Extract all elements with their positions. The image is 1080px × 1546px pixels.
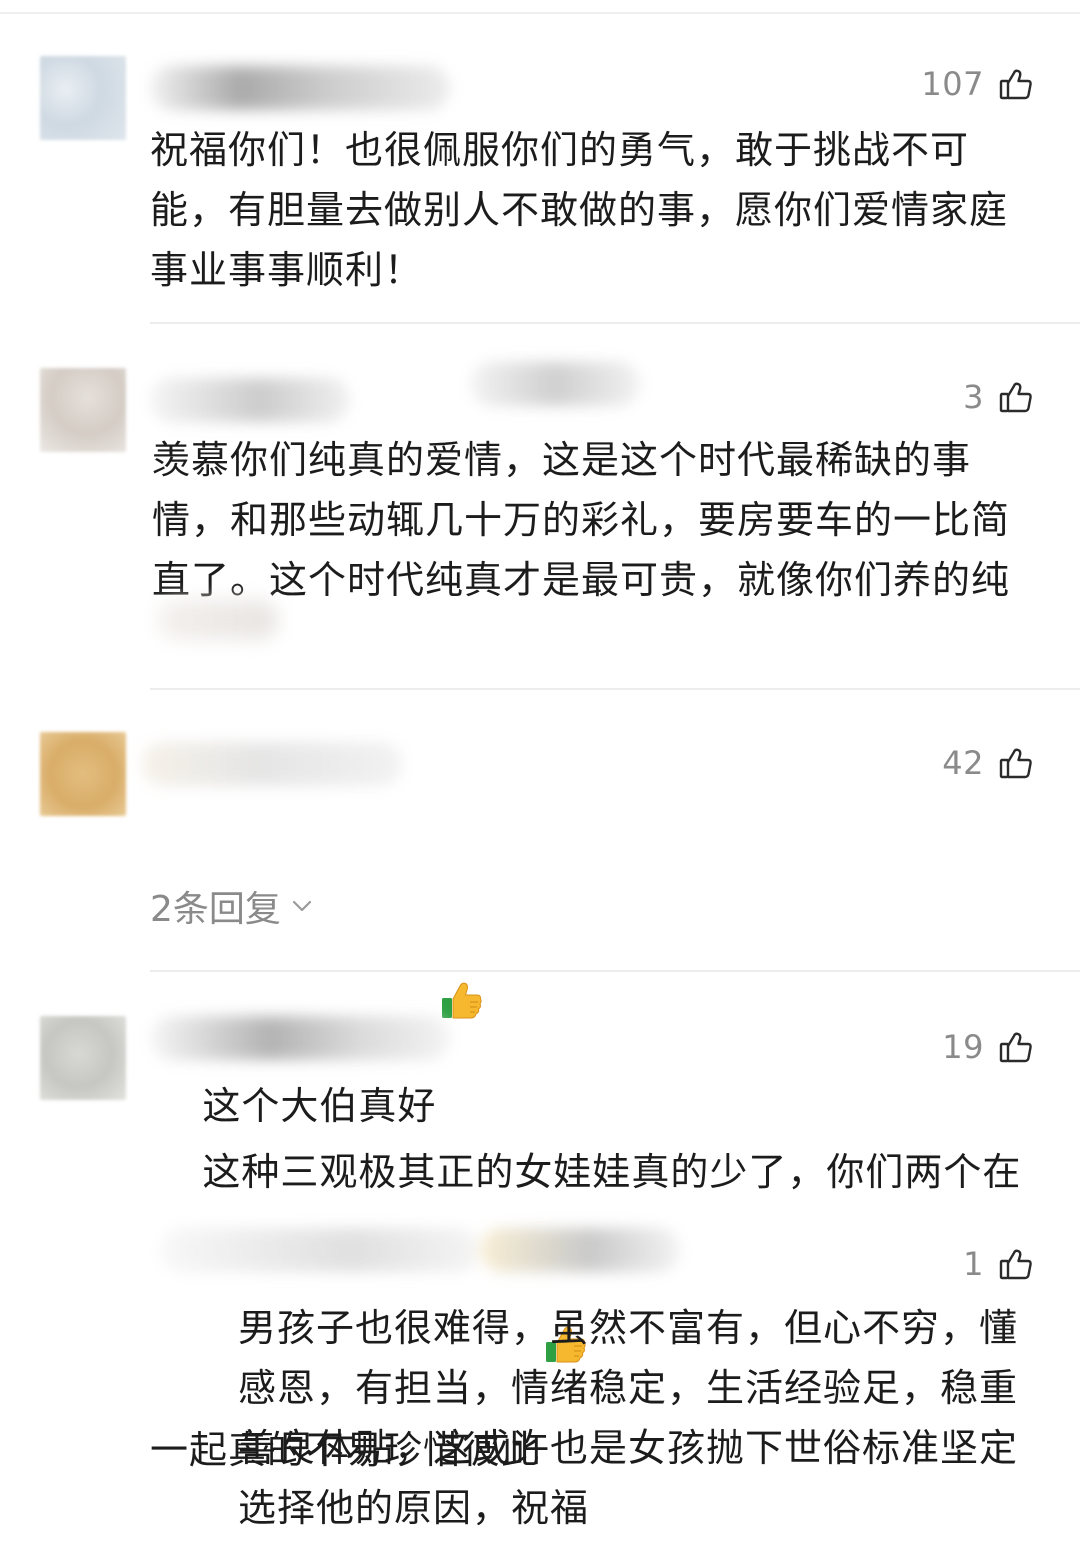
- comment-text: 祝福你们！也很佩服你们的勇气，敢于挑战不可能，有胆量去做别人不敢做的事，愿你们爱…: [150, 128, 1009, 292]
- view-replies-button[interactable]: 2条回复: [150, 880, 315, 932]
- like-button[interactable]: 3: [963, 377, 1034, 417]
- like-count: 42: [942, 744, 984, 782]
- reply-text: 男孩子也很难得，虽然不富有，但心不穷，懂感恩，有担当，情绪稳定，生活经验足，稳重…: [238, 1306, 1019, 1530]
- avatar[interactable]: [40, 368, 126, 452]
- chevron-down-icon: [289, 893, 315, 919]
- comment-text: 羡慕你们纯真的爱情，这是这个时代最稀缺的事情，和那些动辄几十万的彩礼，要房要车的…: [152, 438, 1011, 602]
- thumb-up-outline-icon: [998, 1246, 1034, 1282]
- username-redacted[interactable]: [150, 1016, 450, 1060]
- thumb-up-outline-icon: [998, 66, 1034, 102]
- username-redacted[interactable]: [150, 66, 450, 110]
- reply-username-redacted[interactable]: [480, 1228, 680, 1272]
- username-redacted[interactable]: [150, 378, 350, 422]
- avatar[interactable]: [40, 56, 126, 140]
- like-count: 1: [963, 1245, 984, 1283]
- thumb-up-outline-icon: [998, 745, 1034, 781]
- like-count: 3: [963, 378, 984, 416]
- like-button[interactable]: 1: [963, 1244, 1034, 1284]
- like-button[interactable]: 107: [921, 64, 1034, 104]
- username-redacted[interactable]: [142, 742, 402, 786]
- like-button[interactable]: 19: [942, 1027, 1034, 1067]
- comment-divider: [150, 322, 1080, 324]
- avatar[interactable]: [40, 1016, 126, 1100]
- thumb-up-outline-icon: [998, 379, 1034, 415]
- comment-divider: [150, 688, 1080, 690]
- truncated-text-fade: [158, 600, 278, 640]
- comment-divider: [150, 970, 1080, 972]
- like-count: 107: [921, 65, 984, 103]
- like-count: 19: [942, 1028, 984, 1066]
- reply-count-label: 2条回复: [150, 889, 281, 930]
- top-divider: [0, 12, 1080, 14]
- like-button[interactable]: 42: [942, 743, 1034, 783]
- avatar[interactable]: [40, 732, 126, 816]
- thumb-up-outline-icon: [998, 1029, 1034, 1065]
- reply-username-redacted[interactable]: [160, 1228, 480, 1272]
- username-redacted[interactable]: [470, 362, 640, 406]
